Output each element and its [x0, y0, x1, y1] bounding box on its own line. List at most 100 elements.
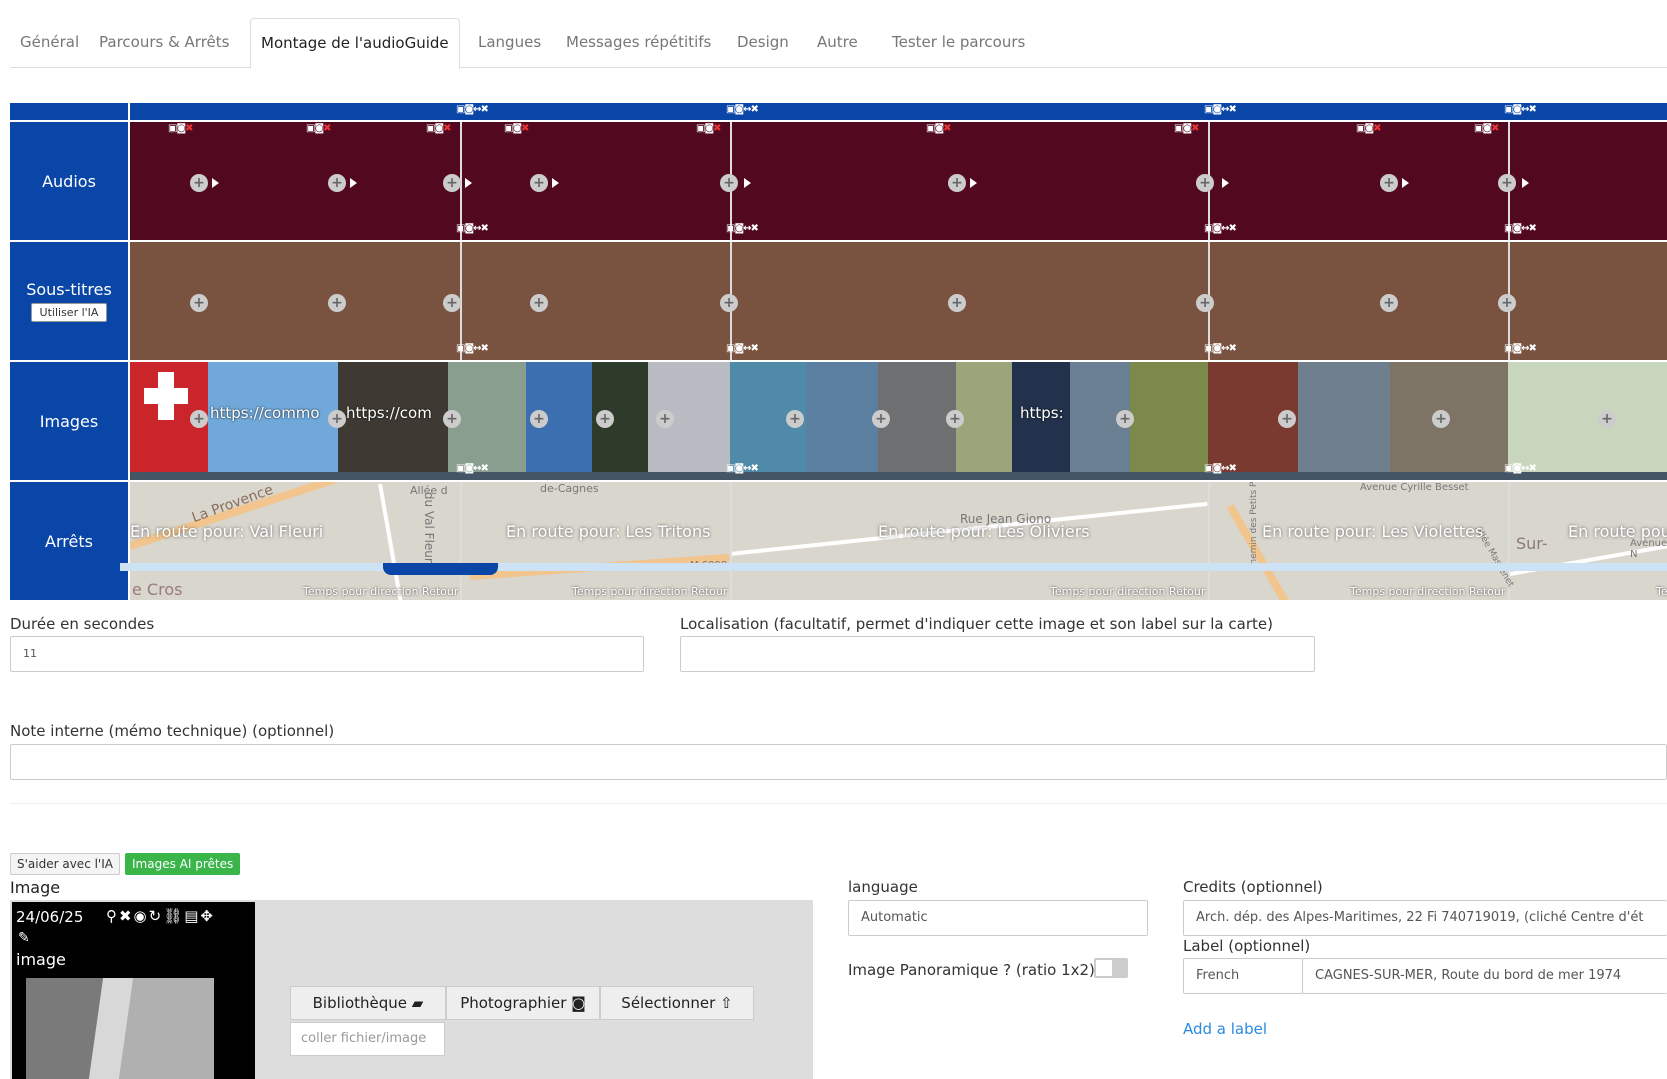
tab-tester-parcours[interactable]: Tester le parcours	[882, 18, 1035, 68]
play-icon[interactable]	[1402, 178, 1409, 188]
segment-controls-icon[interactable]: ▣◙↔✖	[726, 463, 759, 474]
segment-controls-icon[interactable]: ▣◙↔✖	[1204, 343, 1237, 354]
use-ai-button[interactable]: Utiliser l'IA	[30, 303, 108, 322]
clip-controls-icon[interactable]: ▣◙✖	[1174, 123, 1200, 134]
tab-langues[interactable]: Langues	[468, 18, 551, 68]
subtitle-track[interactable]: + + + + + + + + +	[130, 242, 1667, 360]
photograph-button[interactable]: Photographier ◙	[446, 986, 600, 1020]
credits-input[interactable]: Arch. dép. des Alpes-Maritimes, 22 Fi 74…	[1183, 900, 1667, 936]
add-audio-icon[interactable]: +	[328, 174, 346, 192]
add-subtitle-icon[interactable]: +	[1498, 294, 1516, 312]
clip-controls-icon[interactable]: ▣◙✖	[426, 123, 452, 134]
audio-track[interactable]: + + + + + + + + + ▣◙✖ ▣◙✖ ▣◙✖ ▣◙✖ ▣◙✖ ▣◙…	[130, 122, 1667, 240]
add-audio-icon[interactable]: +	[190, 174, 208, 192]
segment-controls-icon[interactable]: ▣◙↔✖	[1204, 463, 1237, 474]
clip-controls-icon[interactable]: ▣◙✖	[926, 123, 952, 134]
play-icon[interactable]	[970, 178, 977, 188]
add-subtitle-icon[interactable]: +	[1196, 294, 1214, 312]
play-icon[interactable]	[552, 178, 559, 188]
add-image-icon[interactable]: +	[443, 410, 461, 428]
add-audio-icon[interactable]: +	[1498, 174, 1516, 192]
play-icon[interactable]	[350, 178, 357, 188]
segment-controls-icon[interactable]: ▣◙↔✖	[1204, 223, 1237, 234]
tab-parcours-arrets[interactable]: Parcours & Arrêts	[89, 18, 239, 68]
ai-images-ready-button[interactable]: Images AI prêtes	[125, 853, 241, 875]
image-thumbnail[interactable]	[1130, 362, 1208, 472]
add-subtitle-icon[interactable]: +	[530, 294, 548, 312]
add-subtitle-icon[interactable]: +	[190, 294, 208, 312]
panoramic-toggle[interactable]	[1094, 958, 1128, 978]
segment-controls-icon[interactable]: ▣◙↔✖	[456, 223, 489, 234]
add-subtitle-icon[interactable]: +	[720, 294, 738, 312]
segment-controls-icon[interactable]: ▣◙↔✖	[1504, 463, 1537, 474]
image-thumbnail[interactable]	[956, 362, 1012, 472]
clip-controls-icon[interactable]: ▣◙✖	[1356, 123, 1382, 134]
ai-help-button[interactable]: S'aider avec l'IA	[10, 853, 120, 875]
duration-input[interactable]: 11	[10, 636, 644, 672]
paste-input[interactable]: coller fichier/image	[290, 1022, 445, 1056]
tab-autre[interactable]: Autre	[807, 18, 868, 68]
play-icon[interactable]	[465, 178, 472, 188]
add-audio-icon[interactable]: +	[1196, 174, 1214, 192]
add-image-icon[interactable]: +	[872, 410, 890, 428]
add-audio-icon[interactable]: +	[1380, 174, 1398, 192]
pencil-icon[interactable]: ✎	[18, 930, 30, 946]
clip-controls-icon[interactable]: ▣◙✖	[306, 123, 332, 134]
add-subtitle-icon[interactable]: +	[328, 294, 346, 312]
play-icon[interactable]	[1222, 178, 1229, 188]
image-thumbnail[interactable]	[1508, 362, 1667, 472]
image-thumbnail[interactable]	[1298, 362, 1390, 472]
add-subtitle-icon[interactable]: +	[1380, 294, 1398, 312]
play-icon[interactable]	[744, 178, 751, 188]
clip-controls-icon[interactable]: ▣◙✖	[168, 123, 194, 134]
add-image-icon[interactable]: +	[786, 410, 804, 428]
add-image-icon[interactable]: +	[1278, 410, 1296, 428]
segment-controls-icon[interactable]: ▣◙↔✖	[1204, 104, 1237, 115]
language-select[interactable]: Automatic	[848, 900, 1148, 936]
select-button[interactable]: Sélectionner ⇧	[600, 986, 754, 1020]
add-image-icon[interactable]: +	[596, 410, 614, 428]
add-image-icon[interactable]: +	[946, 410, 964, 428]
add-audio-icon[interactable]: +	[948, 174, 966, 192]
location-input[interactable]	[680, 636, 1315, 672]
add-image-icon[interactable]: +	[1432, 410, 1450, 428]
segment-controls-icon[interactable]: ▣◙↔✖	[1504, 343, 1537, 354]
add-audio-icon[interactable]: +	[530, 174, 548, 192]
image-thumbnail[interactable]	[806, 362, 878, 472]
image-actions-icons[interactable]: ⚲✖◉↻⛓▤✥	[106, 907, 215, 925]
add-audio-icon[interactable]: +	[443, 174, 461, 192]
tab-general[interactable]: Général	[10, 18, 89, 68]
segment-controls-icon[interactable]: ▣◙↔✖	[456, 104, 489, 115]
note-input[interactable]	[10, 744, 1667, 780]
add-image-icon[interactable]: +	[328, 410, 346, 428]
label-language[interactable]: French	[1183, 958, 1303, 994]
play-icon[interactable]	[1522, 178, 1529, 188]
segment-controls-icon[interactable]: ▣◙↔✖	[456, 343, 489, 354]
tab-design[interactable]: Design	[727, 18, 799, 68]
timeline-scrollbar-thumb[interactable]	[383, 563, 498, 575]
library-button[interactable]: Bibliothèque ▰	[290, 986, 446, 1020]
label-input[interactable]: CAGNES-SUR-MER, Route du bord de mer 197…	[1302, 958, 1667, 994]
tab-montage-audioguide[interactable]: Montage de l'audioGuide	[250, 18, 460, 69]
add-image-icon[interactable]: +	[656, 410, 674, 428]
clip-controls-icon[interactable]: ▣◙✖	[1474, 123, 1500, 134]
segment-controls-icon[interactable]: ▣◙↔✖	[456, 463, 489, 474]
add-image-icon[interactable]: +	[1116, 410, 1134, 428]
segment-controls-icon[interactable]: ▣◙↔✖	[726, 104, 759, 115]
stops-track[interactable]: La Provence Allée d du Val Fleuri e Cros…	[130, 482, 1667, 600]
segment-controls-icon[interactable]: ▣◙↔✖	[1504, 223, 1537, 234]
add-label-link[interactable]: Add a label	[1183, 1020, 1267, 1038]
segment-controls-icon[interactable]: ▣◙↔✖	[1504, 104, 1537, 115]
timeline-scrollbar[interactable]	[120, 563, 1667, 571]
clip-controls-icon[interactable]: ▣◙✖	[696, 123, 722, 134]
add-subtitle-icon[interactable]: +	[948, 294, 966, 312]
segment-controls-icon[interactable]: ▣◙↔✖	[726, 343, 759, 354]
add-image-icon[interactable]: +	[190, 410, 208, 428]
segment-controls-icon[interactable]: ▣◙↔✖	[726, 223, 759, 234]
clip-controls-icon[interactable]: ▣◙✖	[504, 123, 530, 134]
tab-messages-repetitifs[interactable]: Messages répétitifs	[556, 18, 721, 68]
add-image-icon[interactable]: +	[1598, 410, 1616, 428]
play-icon[interactable]	[212, 178, 219, 188]
add-subtitle-icon[interactable]: +	[443, 294, 461, 312]
image-track[interactable]: https://commo https://com https: + + + +…	[130, 362, 1667, 480]
